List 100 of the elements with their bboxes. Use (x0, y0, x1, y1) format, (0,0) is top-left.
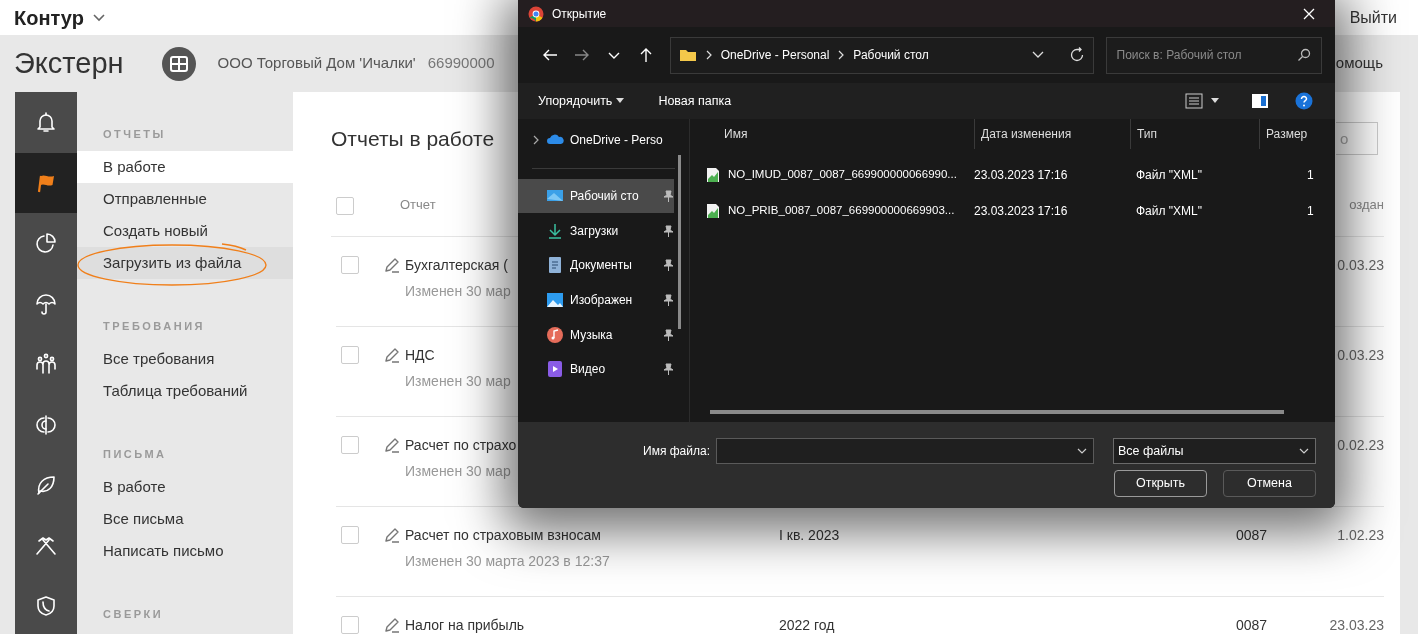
created-date: 1.02.23 (1336, 526, 1384, 545)
folder-link[interactable]: Документы (518, 248, 674, 283)
breadcrumb-item[interactable]: Рабочий стол (853, 46, 929, 64)
video-icon (546, 360, 564, 379)
chevron-right-icon (837, 50, 846, 60)
help-icon (1295, 92, 1313, 110)
nav-link[interactable]: Создать новый (77, 215, 293, 247)
search-field[interactable]: о (1336, 122, 1378, 155)
pin-icon (662, 363, 674, 376)
nav-link[interactable]: В работе (77, 151, 293, 183)
shield-icon (34, 594, 58, 619)
column-header[interactable]: Размер (1259, 119, 1319, 149)
report-title[interactable]: Бухгалтерская ( (405, 254, 508, 276)
org-name: ООО Торговый Дом 'Ичалки' (217, 53, 416, 74)
grid-icon (169, 55, 188, 72)
nav-link[interactable]: Все требования (77, 343, 293, 375)
document-icon (546, 256, 564, 275)
row-checkbox[interactable] (341, 346, 359, 364)
folder-link[interactable]: Музыка (518, 317, 674, 353)
select-all-checkbox[interactable] (336, 196, 354, 215)
section-heading: СВЕРКИ (102, 607, 165, 622)
report-title[interactable]: Расчет по страхо (405, 434, 517, 456)
product-title: Экстерн (14, 49, 124, 78)
list-view-icon (1185, 93, 1203, 109)
address-bar[interactable]: OneDrive - Personal Рабочий стол (669, 36, 1094, 74)
dialog-search-field[interactable]: Поиск в: Рабочий стол (1116, 46, 1287, 64)
folder-link[interactable]: OneDrive - Perso (518, 123, 674, 158)
created-date: 0.03.23 (1336, 256, 1384, 275)
pin-icon (662, 259, 674, 272)
chevron-right-icon (704, 50, 713, 60)
created-date: 0.02.23 (1336, 436, 1384, 455)
dialog-button[interactable]: Отмена (1223, 470, 1316, 497)
file-type: Файл "XML" (1135, 167, 1204, 184)
org-switcher-button[interactable] (161, 46, 196, 81)
pencil-icon (383, 436, 401, 454)
pencil-icon (383, 526, 401, 544)
pencil-icon (383, 346, 401, 364)
created-date: 0.03.23 (1336, 346, 1384, 365)
image-icon (546, 291, 564, 310)
file-date: 23.03.2023 17:16 (974, 167, 1069, 184)
browser-logo-icon (528, 5, 544, 22)
filename-field[interactable] (716, 438, 1094, 464)
report-title[interactable]: Расчет по страховым взносам (405, 524, 601, 546)
section-heading: ТРЕБОВАНИЯ (102, 319, 206, 334)
refresh-icon (1068, 47, 1085, 63)
nav-link[interactable]: Все письма (77, 503, 293, 535)
arrow-left-icon (541, 47, 558, 63)
column-header[interactable]: Имя (706, 119, 974, 149)
column-header: оздан (1349, 195, 1384, 214)
report-title[interactable]: Налог на прибыль (405, 614, 525, 634)
nav-link[interactable]: Отправленные (77, 183, 293, 215)
new-folder-button[interactable]: Новая папка (652, 89, 738, 113)
row-checkbox[interactable] (341, 526, 359, 544)
rail-nav-button[interactable] (15, 152, 77, 213)
pin-icon (662, 294, 674, 307)
column-header[interactable]: Тип (1130, 119, 1259, 149)
scrollbar[interactable] (678, 155, 681, 329)
nav-link[interactable]: Таблица требований (77, 375, 293, 407)
filename-label: Имя файла: (642, 443, 711, 460)
pie-chart-icon (34, 231, 58, 256)
breadcrumb-item[interactable]: OneDrive - Personal (720, 46, 830, 64)
row-checkbox[interactable] (341, 256, 359, 274)
row-checkbox[interactable] (341, 616, 359, 634)
dialog-button[interactable]: Открыть (1114, 470, 1207, 497)
caret-down-icon (1211, 98, 1219, 104)
organize-button[interactable]: Упорядочить (532, 89, 631, 113)
nav-link[interactable]: Загрузить из файла (77, 247, 293, 279)
column-header[interactable]: Дата изменения (974, 119, 1130, 149)
file-name[interactable]: NO_IMUD_0087_0087_669900000066990... (728, 166, 957, 184)
section-heading: ПИСЬМА (102, 447, 168, 462)
half-circle-icon (34, 412, 58, 437)
pencil-icon (383, 256, 401, 274)
page-title: Отчеты в работе (331, 125, 495, 152)
report-title[interactable]: НДС (405, 344, 435, 366)
section-heading: ОТЧЕТЫ (102, 127, 167, 142)
leaf-icon (34, 473, 58, 498)
arrow-right-icon (573, 47, 590, 63)
xml-file-icon (706, 203, 720, 219)
file-name[interactable]: NO_PRIB_0087_0087_669900000669903... (728, 202, 955, 220)
pane-icon (1251, 93, 1269, 109)
nav-link[interactable]: Написать письмо (77, 535, 293, 567)
column-header: Отчет (400, 195, 436, 214)
chevron-down-icon (1077, 447, 1087, 455)
caret-down-icon (616, 98, 625, 104)
xml-file-icon (706, 167, 720, 183)
folder-link[interactable]: Загрузки (518, 213, 674, 249)
folder-link[interactable]: Рабочий сто (518, 178, 674, 214)
file-type-select[interactable]: Все файлы (1113, 438, 1316, 464)
scrollbar[interactable] (710, 410, 1284, 414)
help-link[interactable]: омощь (1335, 52, 1383, 75)
row-checkbox[interactable] (341, 436, 359, 454)
search-box[interactable]: Поиск в: Рабочий стол (1105, 36, 1322, 74)
file-size: 1 (1306, 167, 1315, 184)
folder-link[interactable]: Изображен (518, 282, 674, 318)
brand-logo[interactable]: Контур (14, 7, 84, 28)
modified-date: Изменен 30 мар (405, 372, 511, 391)
folder-icon (678, 48, 697, 62)
folder-link[interactable]: Видео (518, 352, 674, 387)
logout-link[interactable]: Выйти (1349, 5, 1397, 30)
nav-link[interactable]: В работе (77, 471, 293, 503)
